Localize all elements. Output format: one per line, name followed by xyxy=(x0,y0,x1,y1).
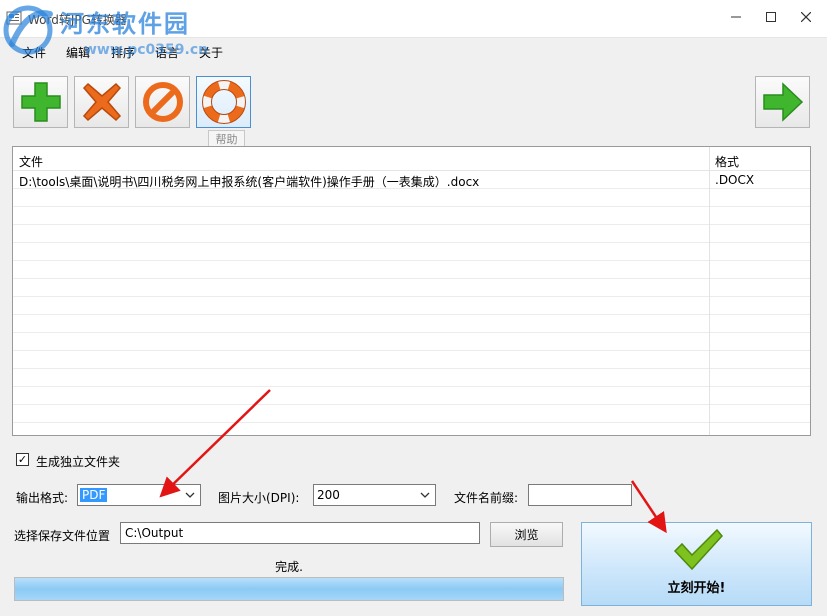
chevron-down-icon xyxy=(420,492,430,498)
image-size-label: 图片大小(DPI): xyxy=(218,491,300,505)
minimize-button[interactable] xyxy=(719,0,753,34)
list-grid xyxy=(13,171,810,435)
progress-fill xyxy=(15,578,563,600)
clear-list-button[interactable] xyxy=(135,76,190,128)
maximize-button[interactable] xyxy=(754,0,788,34)
status-text: 完成. xyxy=(275,560,303,574)
arrow-right-icon xyxy=(762,82,803,122)
save-location-field[interactable] xyxy=(121,523,479,543)
watermark-url: www.pc0359.cn xyxy=(84,42,209,58)
maximize-icon xyxy=(766,12,776,22)
help-button[interactable] xyxy=(196,76,251,128)
file-path-cell: D:\tools\桌面\说明书\四川税务网上申报系统(客户端软件)操作手册（一表… xyxy=(19,175,480,189)
filename-prefix-input[interactable] xyxy=(528,484,632,506)
filename-prefix-field[interactable] xyxy=(529,485,631,505)
column-divider[interactable] xyxy=(709,147,710,435)
save-location-label: 选择保存文件位置 xyxy=(14,529,111,543)
image-size-value: 200 xyxy=(317,488,340,502)
column-header-file[interactable]: 文件 xyxy=(19,153,43,170)
file-list[interactable]: 文件 格式 D:\tools\桌面\说明书\四川税务网上申报系统(客户端软件)操… xyxy=(12,146,811,436)
browse-button[interactable]: 浏览 xyxy=(490,522,563,547)
separate-folder-checkbox[interactable]: ✓ xyxy=(16,453,29,466)
delete-file-button[interactable] xyxy=(74,76,129,128)
close-button[interactable] xyxy=(789,0,823,34)
checkmark-icon xyxy=(673,528,723,571)
image-size-select[interactable]: 200 xyxy=(313,484,436,506)
add-file-button[interactable] xyxy=(13,76,68,128)
watermark-text: 河东软件园 xyxy=(60,9,190,38)
watermark-logo-icon xyxy=(3,5,53,55)
minimize-icon xyxy=(731,16,741,18)
start-button[interactable]: 立刻开始! xyxy=(581,522,812,606)
save-location-input[interactable] xyxy=(120,522,480,544)
output-format-select[interactable]: PDF xyxy=(77,484,201,506)
column-header-format[interactable]: 格式 xyxy=(715,153,739,170)
chevron-down-icon xyxy=(185,492,195,498)
table-row[interactable]: D:\tools\桌面\说明书\四川税务网上申报系统(客户端软件)操作手册（一表… xyxy=(13,171,810,189)
plus-icon xyxy=(20,82,61,122)
next-button[interactable] xyxy=(755,76,810,128)
output-format-value: PDF xyxy=(80,488,108,502)
start-button-label: 立刻开始! xyxy=(667,581,726,596)
output-format-label: 输出格式: xyxy=(16,491,69,505)
lifebuoy-icon xyxy=(201,80,246,124)
separate-folder-label: 生成独立文件夹 xyxy=(36,455,121,469)
file-format-cell: .DOCX xyxy=(715,173,755,187)
delete-x-icon xyxy=(82,82,121,122)
clear-forbidden-icon xyxy=(142,82,183,122)
filename-prefix-label: 文件名前缀: xyxy=(454,491,519,505)
close-icon xyxy=(801,12,811,22)
list-header: 文件 格式 xyxy=(13,147,810,171)
progress-bar xyxy=(14,577,564,601)
